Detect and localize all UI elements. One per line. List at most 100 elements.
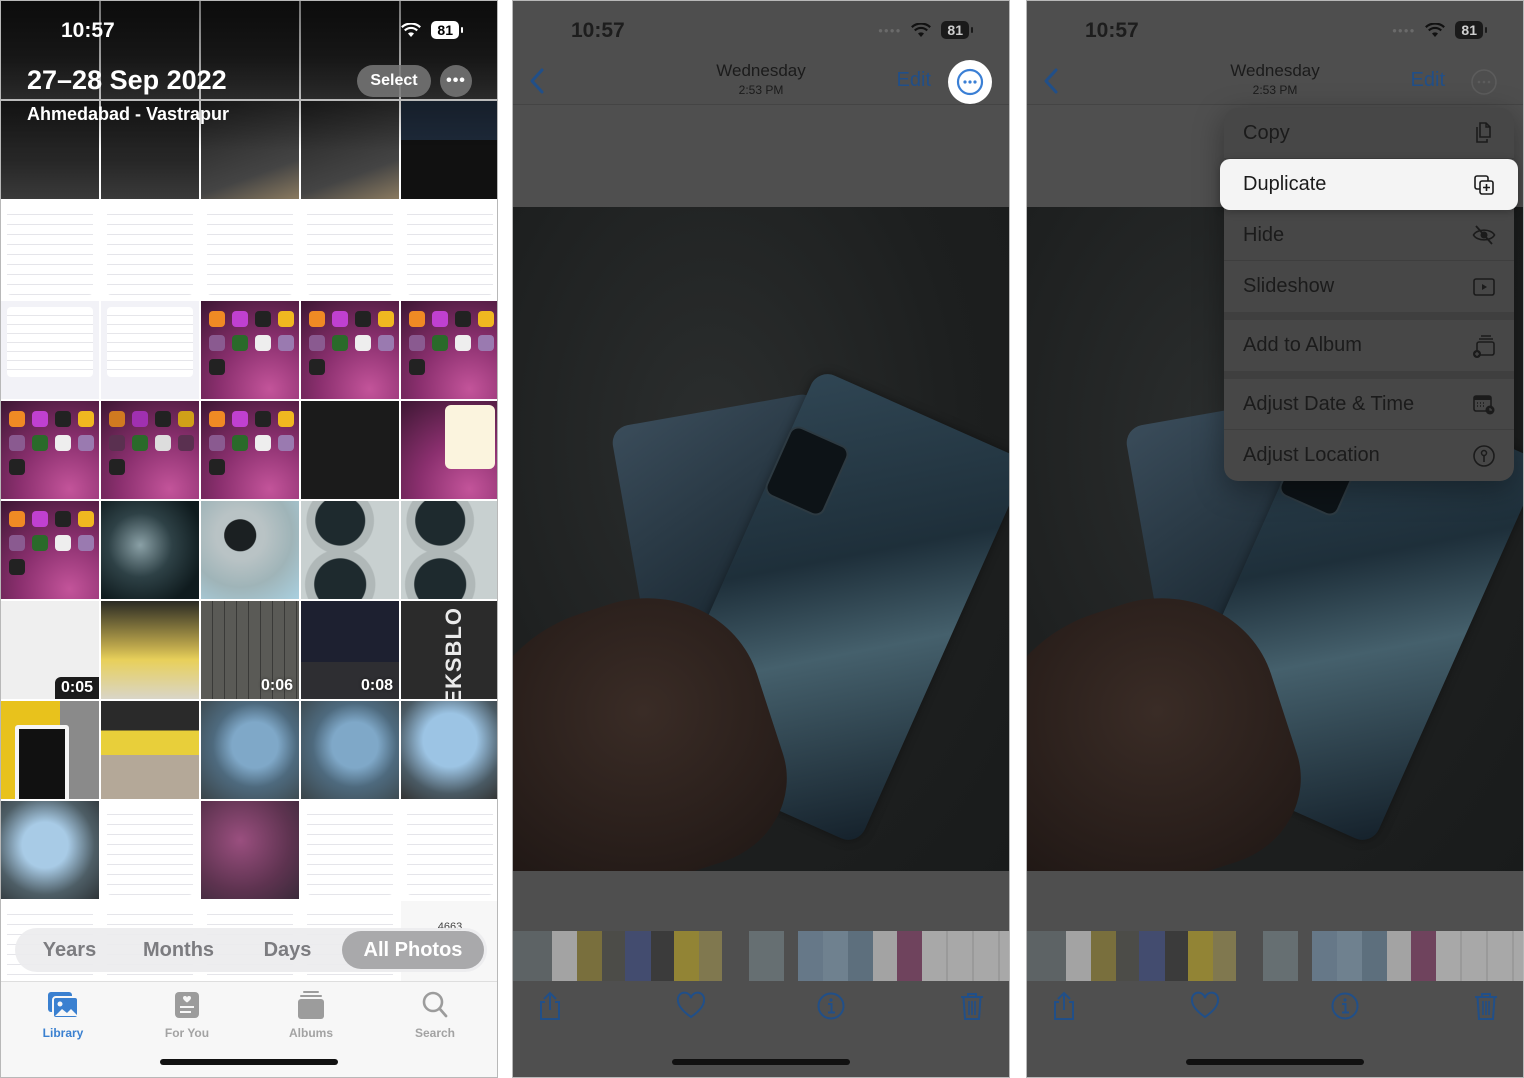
photo-tile[interactable]	[301, 201, 399, 299]
photo-tile[interactable]	[201, 801, 299, 899]
video-tile[interactable]: 0:08	[301, 601, 399, 699]
photo-tile[interactable]	[401, 701, 497, 799]
heart-icon[interactable]	[676, 991, 706, 1021]
add-to-album-icon	[1473, 334, 1495, 358]
photo-tile[interactable]	[101, 801, 199, 899]
edit-button[interactable]: Edit	[1411, 69, 1445, 92]
tab-search[interactable]: Search	[373, 982, 497, 1077]
edit-button[interactable]: Edit	[897, 69, 931, 92]
video-duration: 0:08	[360, 677, 393, 694]
photo-grid: 0:05 0:06 0:08 GEEKSBLO 4663	[1, 1, 497, 999]
albums-icon	[298, 991, 324, 1019]
segment-all-photos[interactable]: All Photos	[342, 931, 484, 969]
thumbnail-strip[interactable]	[513, 931, 1009, 981]
video-tile[interactable]: 0:06	[201, 601, 299, 699]
eye-slash-icon	[1472, 225, 1496, 245]
trash-icon[interactable]	[957, 991, 987, 1021]
segment-years[interactable]: Years	[15, 939, 124, 962]
menu-item-hide[interactable]: Hide	[1224, 210, 1514, 261]
video-tile[interactable]: 0:05	[1, 601, 99, 699]
menu-item-label: Add to Album	[1243, 334, 1362, 356]
photo-tile[interactable]	[201, 201, 299, 299]
segment-days[interactable]: Days	[233, 939, 342, 962]
location-pin-icon	[1473, 444, 1495, 467]
photo-tile[interactable]	[401, 401, 497, 499]
photo-tile[interactable]	[201, 401, 299, 499]
menu-item-duplicate[interactable]: Duplicate	[1220, 159, 1518, 210]
menu-item-label: Duplicate	[1243, 173, 1327, 195]
share-icon[interactable]	[1049, 991, 1079, 1021]
share-icon[interactable]	[535, 991, 565, 1021]
photo-tile[interactable]	[301, 101, 399, 199]
photo-tile[interactable]	[201, 701, 299, 799]
menu-item-adjust-date-time[interactable]: Adjust Date & Time	[1224, 379, 1514, 430]
more-options-button[interactable]	[948, 60, 992, 104]
menu-item-slideshow[interactable]: Slideshow	[1224, 261, 1514, 320]
photo-tile[interactable]	[1, 501, 99, 599]
photo-tile[interactable]	[101, 701, 199, 799]
battery-indicator: 81	[941, 21, 973, 39]
battery-indicator: 81	[431, 21, 463, 39]
wifi-icon	[1425, 22, 1446, 37]
photo-context-menu: Copy Duplicate Hide Slideshow Add to Alb…	[1220, 108, 1518, 481]
photo-tile[interactable]	[1, 701, 99, 799]
thumbnail-strip[interactable]	[1027, 931, 1523, 981]
photo-tile[interactable]	[401, 301, 497, 399]
photo-tile[interactable]	[1, 401, 99, 499]
tile-text: GEEKSBLO	[441, 607, 466, 699]
info-icon[interactable]	[816, 991, 846, 1021]
more-options-button[interactable]	[1462, 60, 1506, 104]
menu-item-label: Slideshow	[1243, 275, 1335, 297]
photo-tile[interactable]: GEEKSBLO	[401, 601, 497, 699]
more-options-button[interactable]: •••	[440, 65, 472, 97]
play-rectangle-icon	[1473, 277, 1495, 296]
photo-tile[interactable]	[401, 201, 497, 299]
menu-item-label: Adjust Date & Time	[1243, 392, 1415, 415]
tab-library[interactable]: Library	[1, 982, 125, 1077]
menu-item-add-to-album[interactable]: Add to Album	[1224, 320, 1514, 379]
tab-label: Library	[42, 1026, 84, 1040]
photo-preview[interactable]	[513, 207, 1009, 871]
photo-tile[interactable]	[1, 301, 99, 399]
viewer-toolbar	[1027, 991, 1523, 1035]
menu-item-label: Adjust Location	[1243, 444, 1380, 466]
menu-item-label: Hide	[1243, 223, 1285, 246]
photo-tile[interactable]	[301, 301, 399, 399]
search-icon	[422, 991, 448, 1018]
menu-item-label: Copy	[1243, 121, 1290, 144]
segment-months[interactable]: Months	[124, 939, 233, 962]
signal-icon: ●●●●	[878, 25, 902, 35]
menu-item-copy[interactable]: Copy	[1224, 108, 1514, 159]
photo-tile[interactable]	[301, 401, 399, 499]
library-location: Ahmedabad - Vastrapur	[27, 104, 230, 124]
photo-tile[interactable]	[201, 301, 299, 399]
menu-item-adjust-location[interactable]: Adjust Location	[1224, 430, 1514, 481]
status-time: 10:57	[571, 19, 625, 42]
select-button[interactable]: Select	[357, 65, 431, 97]
status-time: 10:57	[1085, 19, 1139, 42]
photo-tile[interactable]	[1, 201, 99, 299]
home-indicator	[1186, 1059, 1364, 1065]
photo-tile[interactable]	[101, 501, 199, 599]
status-icons: ●●●● 81	[878, 21, 973, 39]
photo-tile[interactable]	[101, 201, 199, 299]
heart-icon[interactable]	[1190, 991, 1220, 1021]
photo-tile[interactable]	[401, 101, 497, 199]
info-icon[interactable]	[1330, 991, 1360, 1021]
photo-viewer-screen: 10:57 ●●●● 81 Wednesday 2:53 PM Edit	[512, 0, 1010, 1078]
photo-tile[interactable]	[301, 501, 399, 599]
tab-label: Albums	[288, 1026, 333, 1040]
photo-tile[interactable]	[301, 801, 399, 899]
photo-tile[interactable]	[101, 601, 199, 699]
photo-tile[interactable]	[401, 801, 497, 899]
photo-tile[interactable]	[201, 501, 299, 599]
photo-tile[interactable]	[101, 401, 199, 499]
photo-tile[interactable]	[1, 801, 99, 899]
status-icons: 81	[401, 21, 463, 39]
tab-label: For You	[164, 1026, 210, 1040]
trash-icon[interactable]	[1471, 991, 1501, 1021]
photo-tile[interactable]	[101, 301, 199, 399]
calendar-clock-icon	[1473, 395, 1495, 415]
photo-tile[interactable]	[401, 501, 497, 599]
photo-tile[interactable]	[301, 701, 399, 799]
